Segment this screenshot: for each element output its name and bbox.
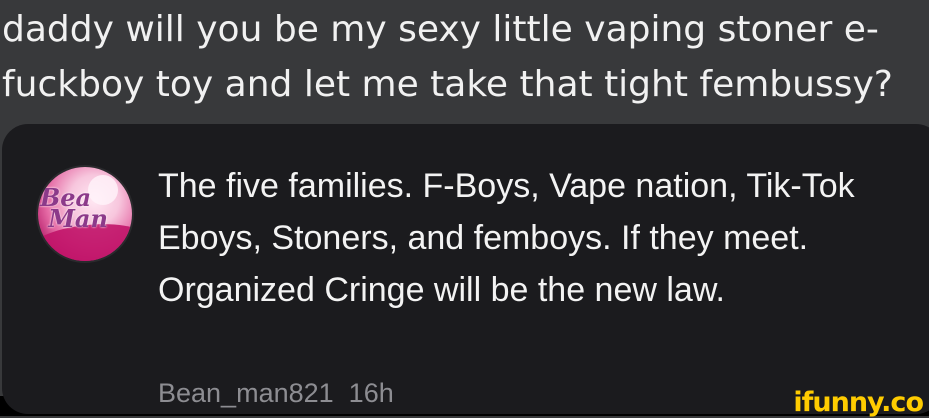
- avatar-logo: Bea Man: [40, 183, 108, 233]
- original-post: daddy will you be my sexy little vaping …: [0, 0, 929, 126]
- reply-text: The five families. F-Boys, Vape nation, …: [158, 167, 855, 309]
- ifunny-watermark: ifunny.co: [793, 387, 924, 418]
- reply-author[interactable]: Bean_man821: [158, 378, 334, 408]
- reply-card: Bea Man The five families. F-Boys, Vape …: [2, 124, 929, 414]
- avatar[interactable]: Bea Man: [38, 167, 132, 261]
- reply-time: 16h: [348, 378, 394, 408]
- reply-meta: Bean_man821 16h: [158, 378, 394, 409]
- post-text: daddy will you be my sexy little vaping …: [2, 9, 893, 105]
